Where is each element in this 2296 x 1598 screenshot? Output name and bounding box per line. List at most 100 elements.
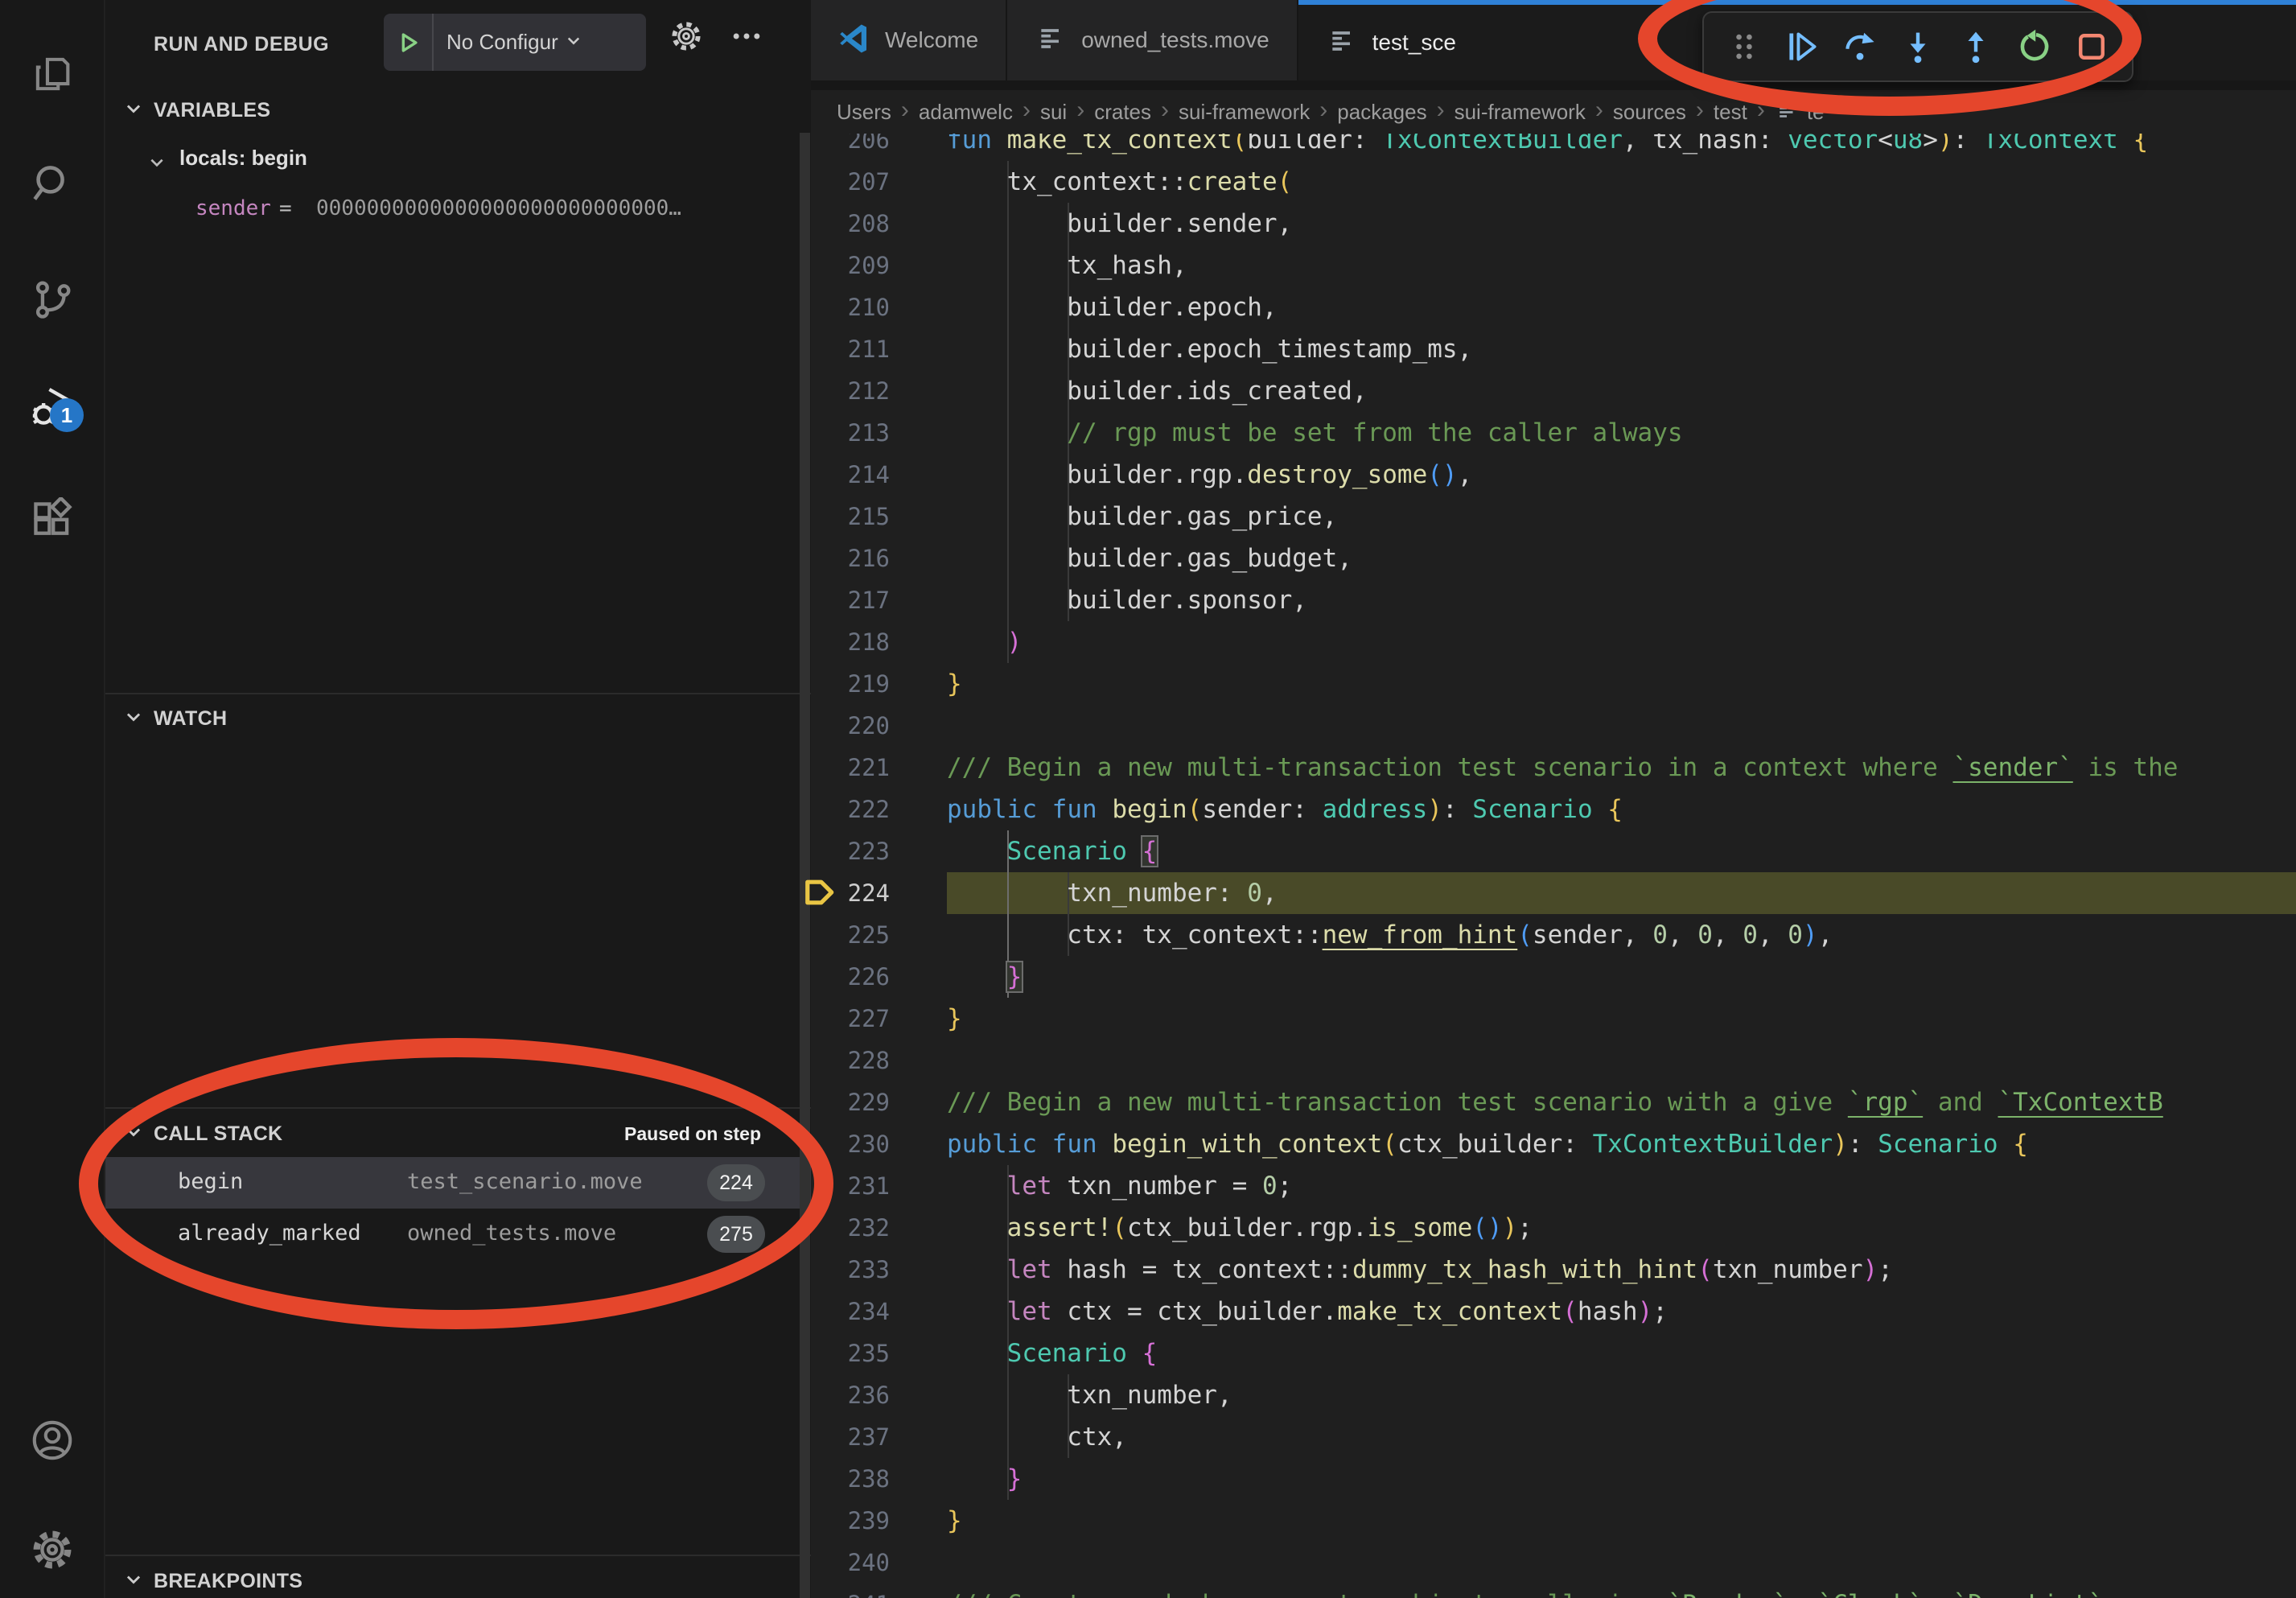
code-text: assert!(ctx_builder.rgp.is_some()); (947, 1207, 1533, 1249)
code-line-215[interactable]: 215 builder.gas_price, (811, 496, 2296, 537)
code-line-231[interactable]: 231 let txn_number = 0; (811, 1165, 2296, 1207)
account-icon[interactable] (0, 1402, 105, 1479)
restart-button[interactable] (2011, 23, 2056, 71)
section-variables[interactable]: VARIABLES (105, 89, 811, 132)
breadcrumb-item[interactable]: sources (1613, 100, 1686, 125)
file-list-icon (1035, 23, 1067, 59)
line-number: 231 (811, 1165, 890, 1207)
code-line-235[interactable]: 235 Scenario { (811, 1332, 2296, 1374)
code-line-227[interactable]: 227} (811, 998, 2296, 1040)
debug-badge: 1 (50, 398, 84, 432)
section-breakpoints[interactable]: BREAKPOINTS (105, 1559, 811, 1598)
call-stack-frame-begin[interactable]: begintest_scenario.move224 (105, 1157, 811, 1209)
code-line-208[interactable]: 208 builder.sender, (811, 203, 2296, 245)
source-control-icon[interactable] (0, 261, 105, 338)
code-line-233[interactable]: 233 let hash = tx_context::dummy_tx_hash… (811, 1249, 2296, 1291)
section-call-stack[interactable]: CALL STACK Paused on step (105, 1112, 811, 1155)
code-line-213[interactable]: 213 // rgp must be set from the caller a… (811, 412, 2296, 454)
debug-current-line-icon (803, 876, 835, 912)
breadcrumb-file[interactable]: te (1775, 98, 1825, 126)
step-out-button[interactable] (1953, 23, 1998, 71)
section-divider (105, 693, 811, 694)
code-line-219[interactable]: 219} (811, 663, 2296, 705)
breadcrumb-item[interactable]: sui (1040, 100, 1067, 125)
vscode-window: 206fun make_tx_context(builder: TxContex… (0, 0, 2296, 1598)
explorer-icon[interactable] (0, 35, 105, 113)
breadcrumb-item[interactable]: sui-framework (1455, 100, 1586, 125)
line-number: 241 (811, 1584, 890, 1598)
settings-gear-icon[interactable] (0, 1511, 105, 1588)
code-line-207[interactable]: 207 tx_context::create( (811, 161, 2296, 203)
line-number: 211 (811, 328, 890, 370)
variable-row[interactable]: sender = 0000000000000000000000000000… (105, 190, 811, 232)
more-actions-icon[interactable] (729, 19, 764, 58)
code-line-210[interactable]: 210 builder.epoch, (811, 286, 2296, 328)
frame-line-badge: 275 (707, 1216, 765, 1253)
code-line-239[interactable]: 239} (811, 1500, 2296, 1542)
breadcrumb-item[interactable]: adamwelc (919, 100, 1013, 125)
code-line-226[interactable]: 226 } (811, 956, 2296, 998)
code-line-209[interactable]: 209 tx_hash, (811, 245, 2296, 286)
start-debug-icon[interactable] (384, 14, 434, 71)
code-line-238[interactable]: 238 } (811, 1458, 2296, 1500)
code-line-224[interactable]: 224 txn_number: 0, (811, 872, 2296, 914)
code-line-225[interactable]: 225 ctx: tx_context::new_from_hint(sende… (811, 914, 2296, 956)
code-line-229[interactable]: 229/// Begin a new multi-transaction tes… (811, 1081, 2296, 1123)
code-line-236[interactable]: 236 txn_number, (811, 1374, 2296, 1416)
drag-grip-icon[interactable] (1722, 23, 1767, 71)
extensions-icon[interactable] (0, 482, 105, 559)
breadcrumb-separator-icon: › (1757, 97, 1765, 124)
code-line-216[interactable]: 216 builder.gas_budget, (811, 537, 2296, 579)
breadcrumb-item[interactable]: sui-framework (1179, 100, 1310, 125)
stop-button[interactable] (2069, 23, 2114, 71)
code-line-234[interactable]: 234 let ctx = ctx_builder.make_tx_contex… (811, 1291, 2296, 1332)
code-line-221[interactable]: 221/// Begin a new multi-transaction tes… (811, 747, 2296, 789)
call-stack-frame-already-marked[interactable]: already_markedowned_tests.move275 (105, 1209, 811, 1260)
code-line-217[interactable]: 217 builder.sponsor, (811, 579, 2296, 621)
code-line-232[interactable]: 232 assert!(ctx_builder.rgp.is_some()); (811, 1207, 2296, 1249)
frame-file: test_scenario.move (407, 1169, 643, 1194)
tab-owned-tests-move[interactable]: owned_tests.move (1007, 0, 1298, 80)
line-number: 219 (811, 663, 890, 705)
search-icon[interactable] (0, 144, 105, 221)
step-over-button[interactable] (1837, 23, 1882, 71)
line-number: 236 (811, 1374, 890, 1416)
scope-label: locals: begin (179, 146, 307, 171)
debug-settings-gear-icon[interactable] (669, 19, 704, 58)
tab-welcome[interactable]: Welcome (811, 0, 1007, 80)
breadcrumb-item[interactable]: test (1714, 100, 1747, 125)
code-line-211[interactable]: 211 builder.epoch_timestamp_ms, (811, 328, 2296, 370)
frame-line-badge: 224 (707, 1164, 765, 1201)
code-text: builder.gas_budget, (947, 537, 1352, 579)
file-list-icon (1775, 98, 1807, 126)
code-line-220[interactable]: 220 (811, 705, 2296, 747)
continue-button[interactable] (1780, 23, 1825, 71)
run-and-debug-icon[interactable]: 1 (0, 369, 105, 447)
step-into-button[interactable] (1895, 23, 1940, 71)
breadcrumb-item[interactable]: packages (1337, 100, 1426, 125)
code-line-218[interactable]: 218 ) (811, 621, 2296, 663)
section-watch[interactable]: WATCH (105, 697, 811, 740)
code-line-228[interactable]: 228 (811, 1040, 2296, 1081)
line-number: 234 (811, 1291, 890, 1332)
code-line-222[interactable]: 222public fun begin(sender: address): Sc… (811, 789, 2296, 830)
line-number: 216 (811, 537, 890, 579)
breadcrumb-item[interactable]: crates (1094, 100, 1151, 125)
sidebar-scrollbar[interactable] (800, 133, 810, 1598)
breadcrumb-item[interactable]: Users (837, 100, 891, 125)
code-line-230[interactable]: 230public fun begin_with_context(ctx_bui… (811, 1123, 2296, 1165)
code-line-241[interactable]: 241/// Creates and shares system objects… (811, 1584, 2296, 1598)
code-line-212[interactable]: 212 builder.ids_created, (811, 370, 2296, 412)
debug-config-dropdown[interactable]: No Configur (384, 14, 646, 71)
line-number: 235 (811, 1332, 890, 1374)
code-line-237[interactable]: 237 ctx, (811, 1416, 2296, 1458)
variables-scope-row[interactable]: locals: begin (105, 138, 811, 180)
code-text: public fun begin_with_context(ctx_builde… (947, 1123, 2028, 1165)
tab-label: test_sce (1372, 30, 1456, 56)
code-text: public fun begin(sender: address): Scena… (947, 789, 1623, 830)
line-number: 237 (811, 1416, 890, 1458)
code-line-214[interactable]: 214 builder.rgp.destroy_some(), (811, 454, 2296, 496)
breadcrumb[interactable]: Users›adamwelc›sui›crates›sui-framework›… (811, 90, 2296, 134)
code-line-223[interactable]: 223 Scenario { (811, 830, 2296, 872)
code-line-240[interactable]: 240 (811, 1542, 2296, 1584)
